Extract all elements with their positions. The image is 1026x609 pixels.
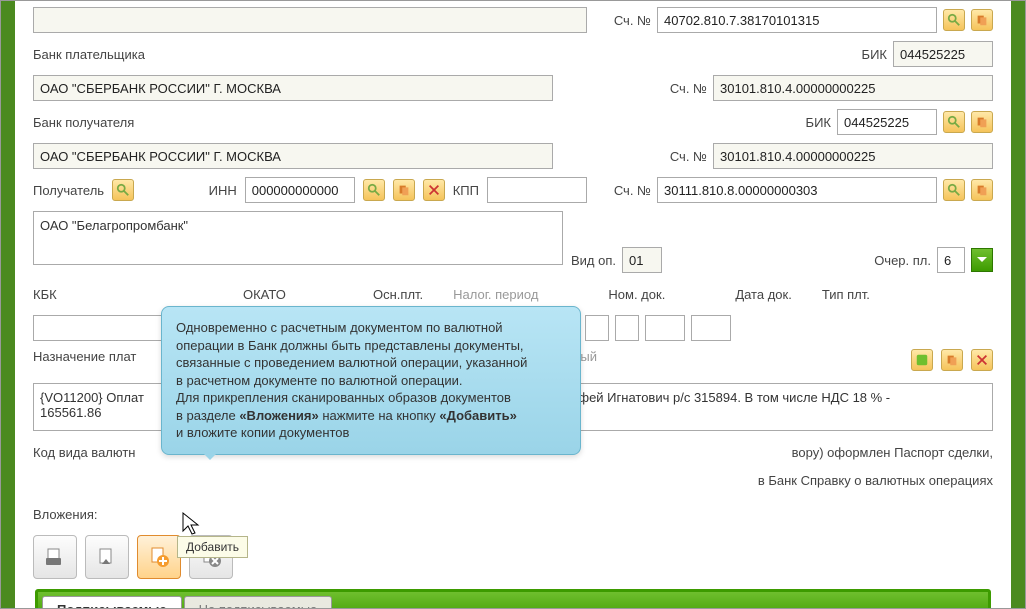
nalog-period-label: Налог. период	[453, 287, 538, 302]
search-icon[interactable]	[943, 111, 965, 133]
search-icon[interactable]	[112, 179, 134, 201]
vidop-label: Вид оп.	[571, 253, 616, 268]
search-icon[interactable]	[943, 9, 965, 31]
recipient-name-text: ОАО "Белагропромбанк"	[40, 218, 188, 233]
osnplt-label: Осн.плт.	[373, 287, 423, 302]
bik-label-2: БИК	[775, 115, 831, 130]
recipient-bank-label: Банк получателя	[33, 115, 134, 130]
vidop-field	[622, 247, 662, 273]
payer-addr-field	[33, 7, 587, 33]
delete-icon[interactable]	[971, 349, 993, 371]
extra-line-1: вору) оформлен Паспорт сделки,	[792, 445, 993, 460]
recipient-bik-field[interactable]	[837, 109, 937, 135]
tipplt-field[interactable]	[691, 315, 731, 341]
nomdok-label: Ном. док.	[608, 287, 665, 302]
payer-bik-field	[893, 41, 993, 67]
attachments-tabs: Подписываемые Не подписываемые Тип Файл …	[35, 589, 991, 609]
delete-icon[interactable]	[423, 179, 445, 201]
tab-signed[interactable]: Подписываемые	[42, 596, 182, 609]
recipient-acct-field[interactable]	[657, 177, 937, 203]
kpp-label: КПП	[453, 183, 479, 198]
payer-bank-acct-field	[713, 75, 993, 101]
purpose-text-1: {VO11200} Оплат	[40, 390, 144, 405]
payer-bank-name-field	[33, 75, 553, 101]
extra-line-2: в Банк Справку о валютных операциях	[758, 473, 993, 488]
attach-print-button[interactable]	[33, 535, 77, 579]
acct-label-4: Сч. №	[595, 183, 651, 198]
attach-add-button[interactable]	[137, 535, 181, 579]
recipient-bank-name-field	[33, 143, 553, 169]
dd3-field[interactable]	[645, 315, 685, 341]
attach-save-button[interactable]	[85, 535, 129, 579]
ocherpl-field[interactable]	[937, 247, 965, 273]
ocherpl-dropdown-icon[interactable]	[971, 248, 993, 272]
copy-icon[interactable]	[971, 111, 993, 133]
bik-label-1: БИК	[831, 47, 887, 62]
action-icon[interactable]	[911, 349, 933, 371]
tab-unsigned[interactable]: Не подписываемые	[184, 596, 333, 609]
recipient-name-field[interactable]: ОАО "Белагропромбанк"	[33, 211, 563, 265]
dd2-field[interactable]	[615, 315, 639, 341]
recipient-label: Получатель	[33, 183, 104, 198]
search-icon[interactable]	[363, 179, 385, 201]
copy-icon[interactable]	[393, 179, 415, 201]
kodvida-label: Код вида валютн	[33, 445, 143, 460]
help-tooltip: Одновременно с расчетным документом по в…	[161, 306, 581, 455]
ocherpl-label: Очер. пл.	[874, 253, 931, 268]
acct-label-3: Сч. №	[651, 149, 707, 164]
dd1-field[interactable]	[585, 315, 609, 341]
datadok-label: Дата док.	[735, 287, 792, 302]
payer-bank-label: Банк плательщика	[33, 47, 145, 62]
acct-label-1: Сч. №	[595, 13, 651, 28]
inn-field[interactable]	[245, 177, 355, 203]
purpose-label: Назначение плат	[33, 349, 143, 364]
recipient-bank-acct-field	[713, 143, 993, 169]
search-icon[interactable]	[943, 179, 965, 201]
acct-label-2: Сч. №	[651, 81, 707, 96]
attachments-label: Вложения:	[33, 507, 98, 522]
inn-label: ИНН	[209, 183, 237, 198]
copy-icon[interactable]	[971, 9, 993, 31]
copy-icon[interactable]	[971, 179, 993, 201]
purpose-text-2: 165561.86	[40, 405, 101, 420]
copy-icon[interactable]	[941, 349, 963, 371]
kpp-field[interactable]	[487, 177, 587, 203]
okato-label: ОКАТО	[243, 287, 343, 302]
tipplt-label: Тип плт.	[822, 287, 870, 302]
kbk-label: КБК	[33, 287, 103, 302]
top-account-field[interactable]	[657, 7, 937, 33]
purpose-text-right: офей Игнатович р/с 315894. В том числе Н…	[571, 390, 890, 405]
add-tooltip: Добавить	[177, 536, 248, 558]
